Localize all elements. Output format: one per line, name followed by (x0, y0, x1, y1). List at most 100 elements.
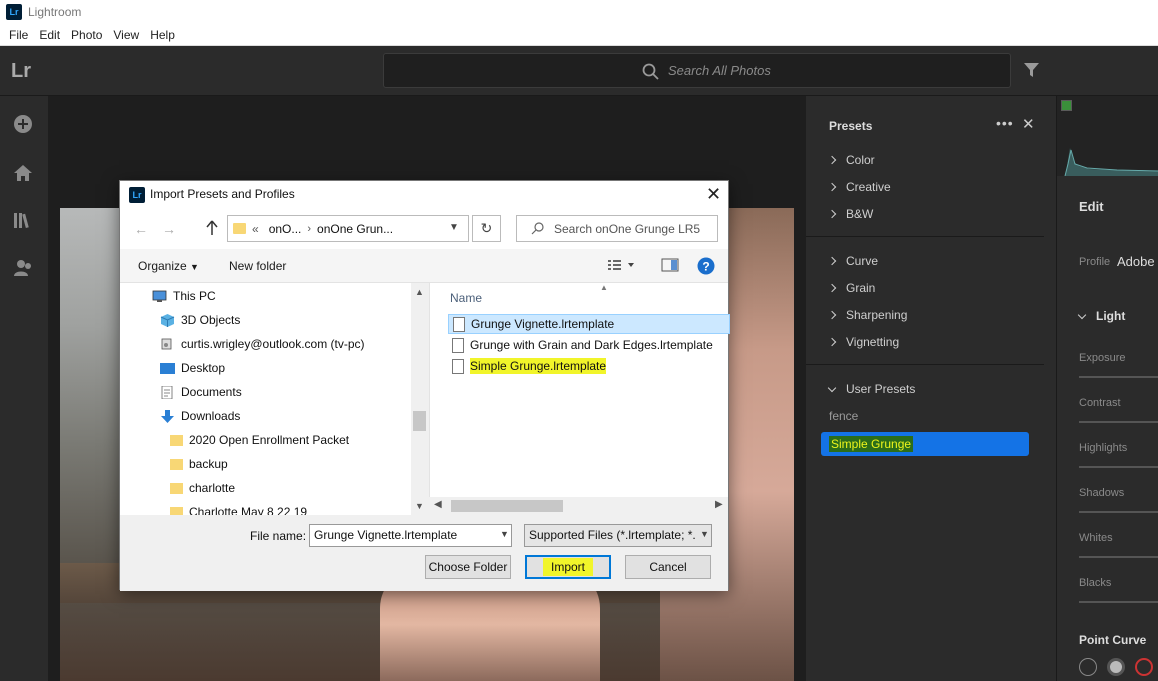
preset-group-vignetting[interactable]: Vignetting (827, 335, 899, 349)
scrollbar-thumb[interactable] (413, 411, 426, 431)
file-name: Grunge with Grain and Dark Edges.lrtempl… (470, 338, 713, 352)
parametric-curve-icon[interactable] (1079, 658, 1097, 676)
tree-item-downloads[interactable]: Downloads (160, 409, 240, 423)
dialog-footer: File name: Grunge Vignette.lrtemplate ▼ … (120, 515, 728, 591)
menu-file[interactable]: File (4, 28, 33, 42)
window-title: Lightroom (28, 5, 82, 19)
point-curve-channels (1079, 658, 1153, 676)
up-arrow-icon[interactable] (206, 220, 218, 236)
menu-help[interactable]: Help (145, 28, 180, 42)
preset-group-creative[interactable]: Creative (827, 180, 891, 194)
tree-item-desktop[interactable]: Desktop (160, 361, 225, 375)
scroll-up-icon[interactable]: ▲ (415, 287, 424, 297)
preset-group-curve[interactable]: Curve (827, 254, 878, 268)
chevron-down-icon[interactable]: ▼ (500, 529, 509, 539)
documents-icon (161, 385, 173, 399)
tree-item-3d-objects[interactable]: 3D Objects (160, 313, 240, 327)
cancel-button[interactable]: Cancel (625, 555, 711, 579)
home-icon[interactable] (12, 162, 34, 184)
top-toolbar: Lr Search All Photos (0, 46, 1158, 96)
name-column-header[interactable]: Name (450, 291, 482, 305)
histogram-graph (1064, 148, 1158, 176)
file-name-value: Grunge Vignette.lrtemplate (314, 528, 458, 542)
search-all-photos-input[interactable]: Search All Photos (383, 53, 1011, 88)
preset-group-bw[interactable]: B&W (827, 207, 873, 221)
file-row[interactable]: Grunge Vignette.lrtemplate (448, 314, 730, 334)
user-preset-simple-grunge[interactable]: Simple Grunge (821, 432, 1029, 456)
close-icon[interactable]: ✕ (706, 184, 721, 205)
cube-icon (160, 313, 175, 327)
preset-group-user-presets[interactable]: User Presets (827, 382, 915, 396)
search-folder-placeholder: Search onOne Grunge LR5 (554, 221, 701, 236)
tree-item-folder[interactable]: 2020 Open Enrollment Packet (170, 433, 349, 447)
file-row[interactable]: Simple Grunge.lrtemplate (448, 356, 607, 376)
file-name-input[interactable]: Grunge Vignette.lrtemplate ▼ (309, 524, 512, 547)
scroll-left-icon[interactable]: ◀ (434, 499, 442, 510)
tree-item-this-pc[interactable]: This PC (152, 289, 216, 303)
file-list-scrollbar[interactable]: ◀ ▶ (429, 497, 728, 515)
new-folder-button[interactable]: New folder (229, 259, 286, 273)
point-curve-red-icon[interactable] (1135, 658, 1153, 676)
clipping-toggle[interactable] (1061, 100, 1072, 111)
preset-group-label: Grain (846, 281, 876, 295)
chevron-down-icon[interactable]: ▼ (449, 222, 459, 233)
library-icon[interactable] (12, 209, 34, 231)
sort-ascending-icon: ▲ (600, 283, 608, 292)
lightroom-app-icon: Lr (6, 4, 22, 20)
close-presets-icon[interactable]: ✕ (1022, 115, 1035, 133)
tree-scrollbar[interactable]: ▲ ▼ (411, 283, 428, 515)
search-folder-input[interactable]: Search onOne Grunge LR5 (516, 215, 718, 242)
tree-item-network-user[interactable]: curtis.wrigley@outlook.com (tv-pc) (160, 337, 365, 351)
tree-item-folder[interactable]: Charlotte May 8 22 19 (170, 505, 307, 515)
blacks-slider[interactable] (1079, 601, 1158, 603)
light-section-header[interactable]: Light (1077, 309, 1125, 323)
preset-group-grain[interactable]: Grain (827, 281, 876, 295)
import-button[interactable]: Import (525, 555, 611, 579)
refresh-icon: ↻ (480, 220, 493, 236)
tree-item-label: Downloads (181, 409, 241, 423)
user-preset-fence[interactable]: fence (829, 409, 858, 423)
file-name-label: File name: (250, 529, 307, 543)
refresh-button[interactable]: ↻ (472, 215, 501, 242)
folder-icon (170, 434, 183, 446)
people-icon[interactable] (12, 257, 34, 279)
path-segment-1[interactable]: onO... (269, 222, 302, 236)
choose-folder-button[interactable]: Choose Folder (425, 555, 511, 579)
filter-icon[interactable] (1024, 63, 1039, 77)
tree-item-documents[interactable]: Documents (160, 385, 242, 399)
scroll-right-icon[interactable]: ▶ (715, 499, 723, 510)
menu-view[interactable]: View (108, 28, 144, 42)
scroll-down-icon[interactable]: ▼ (415, 501, 424, 511)
user-preset-label: Simple Grunge (829, 436, 914, 452)
contrast-slider[interactable] (1079, 421, 1158, 423)
view-options-icon[interactable] (607, 258, 635, 272)
back-arrow-icon[interactable]: ← (134, 221, 148, 237)
chevron-down-icon[interactable]: ▼ (697, 529, 709, 539)
preview-pane-icon[interactable] (661, 258, 679, 272)
help-icon[interactable]: ? (697, 257, 715, 275)
organize-button[interactable]: Organize ▼ (138, 259, 199, 273)
path-segment-2[interactable]: onOne Grun... (317, 222, 393, 236)
highlights-label: Highlights (1079, 442, 1128, 454)
forward-arrow-icon[interactable]: → (162, 221, 176, 237)
menu-edit[interactable]: Edit (34, 28, 65, 42)
exposure-slider[interactable] (1079, 376, 1158, 378)
preset-group-color[interactable]: Color (827, 153, 875, 167)
tree-item-folder[interactable]: charlotte (170, 481, 235, 495)
profile-value[interactable]: Adobe S (1117, 254, 1158, 269)
highlights-slider[interactable] (1079, 466, 1158, 468)
file-row[interactable]: Grunge with Grain and Dark Edges.lrtempl… (448, 335, 713, 355)
add-photos-icon[interactable] (12, 113, 34, 135)
whites-slider[interactable] (1079, 556, 1158, 558)
menu-photo[interactable]: Photo (66, 28, 107, 42)
file-type-value: Supported Files (*.lrtemplate; *. (529, 528, 696, 542)
scrollbar-thumb[interactable] (451, 500, 563, 512)
tree-item-folder[interactable]: backup (170, 457, 228, 471)
preset-group-sharpening[interactable]: Sharpening (827, 308, 907, 322)
more-options-icon[interactable]: ••• (996, 115, 1014, 131)
address-bar[interactable]: « onO... › onOne Grun... ▼ (227, 215, 469, 242)
path-overflow[interactable]: « (252, 222, 259, 236)
point-curve-white-icon[interactable] (1107, 658, 1125, 676)
file-type-select[interactable]: Supported Files (*.lrtemplate; *. ▼ (524, 524, 712, 547)
shadows-slider[interactable] (1079, 511, 1158, 513)
